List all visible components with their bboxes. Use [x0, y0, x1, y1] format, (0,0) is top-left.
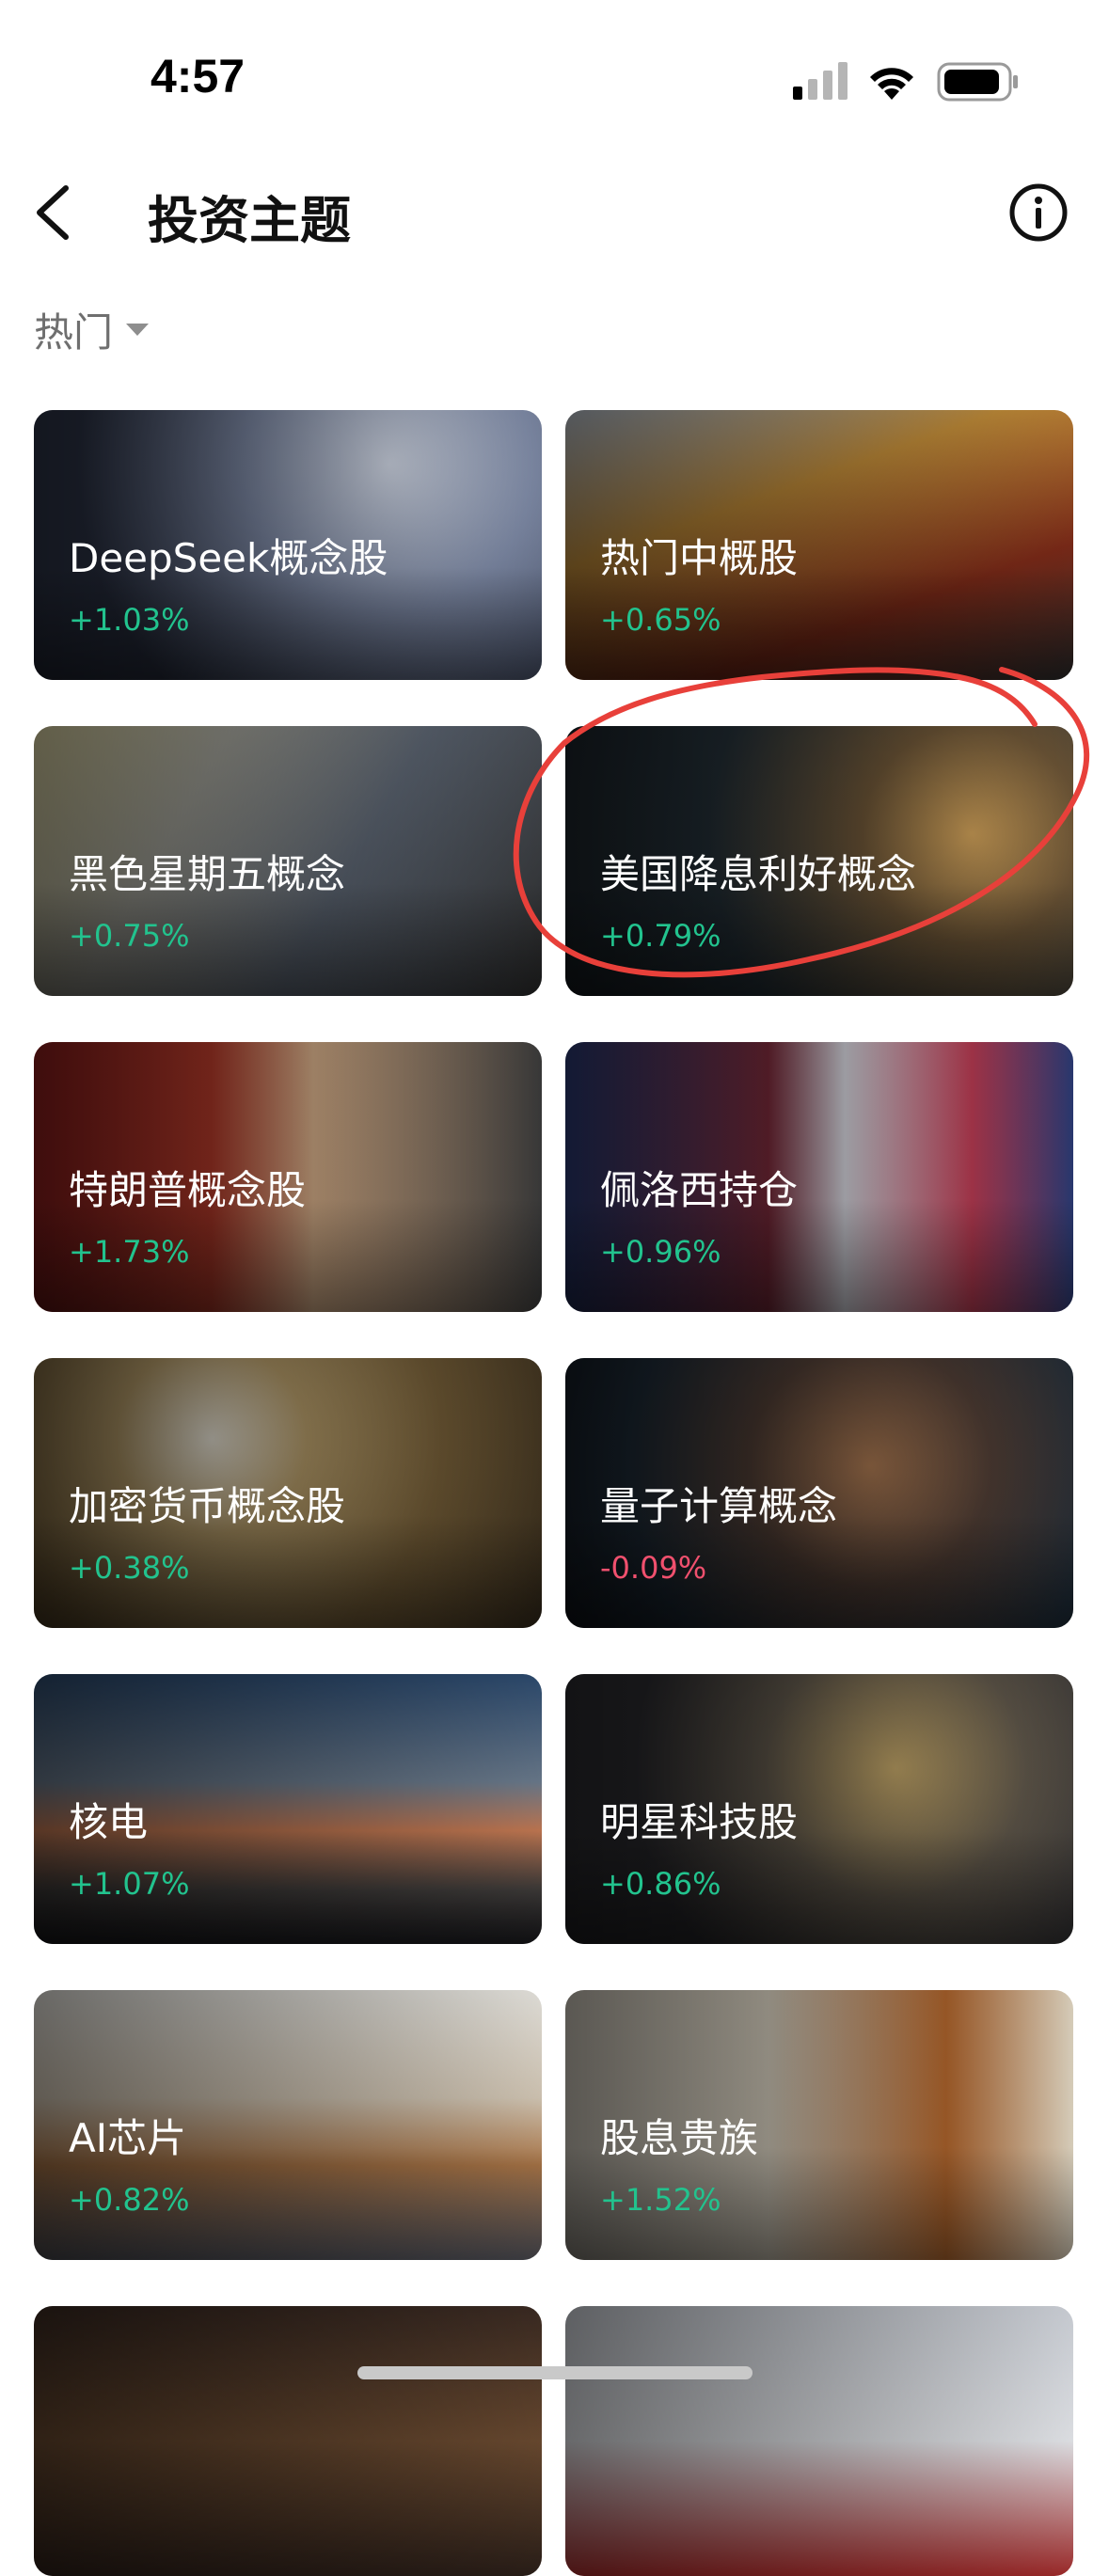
theme-change: +0.65%: [600, 602, 721, 638]
theme-card-ai-chips[interactable]: AI芯片 +0.82%: [34, 1990, 542, 2260]
theme-change: +0.38%: [69, 1550, 190, 1586]
theme-name: 美国降息利好概念: [600, 851, 917, 897]
theme-card-partial[interactable]: [34, 2306, 542, 2576]
caret-down-icon: [126, 323, 150, 336]
theme-card-dividend[interactable]: 股息贵族 +1.52%: [565, 1990, 1073, 2260]
theme-change: +0.86%: [600, 1866, 721, 1902]
theme-change: +1.52%: [600, 2182, 721, 2218]
theme-change: +1.07%: [69, 1866, 190, 1902]
theme-name: DeepSeek概念股: [69, 535, 388, 581]
theme-name: 量子计算概念: [600, 1483, 838, 1529]
theme-name: 特朗普概念股: [69, 1167, 307, 1213]
theme-card-pelosi[interactable]: 佩洛西持仓 +0.96%: [565, 1042, 1073, 1312]
theme-name: 热门中概股: [600, 535, 799, 581]
category-filter[interactable]: 热门: [34, 301, 150, 357]
theme-card-china-stocks[interactable]: 热门中概股 +0.65%: [565, 410, 1073, 680]
theme-name: 加密货币概念股: [69, 1483, 346, 1529]
navigation-bar: 投资主题: [0, 160, 1109, 263]
wifi-icon: [870, 68, 913, 100]
theme-card-deepseek[interactable]: DeepSeek概念股 +1.03%: [34, 410, 542, 680]
cellular-signal-icon: [793, 62, 848, 100]
theme-card-partial[interactable]: [565, 2306, 1073, 2576]
theme-card-star-tech[interactable]: 明星科技股 +0.86%: [565, 1674, 1073, 1944]
theme-change: +0.79%: [600, 918, 721, 954]
theme-card-rate-cut[interactable]: 美国降息利好概念 +0.79%: [565, 726, 1073, 996]
page-title: 投资主题: [148, 191, 351, 250]
chevron-left-icon[interactable]: [28, 182, 85, 243]
theme-name: AI芯片: [69, 2115, 187, 2161]
theme-name: 股息贵族: [600, 2115, 759, 2161]
theme-card-black-friday[interactable]: 黑色星期五概念 +0.75%: [34, 726, 542, 996]
theme-card-quantum[interactable]: 量子计算概念 -0.09%: [565, 1358, 1073, 1628]
battery-icon: [937, 62, 1018, 102]
status-bar: 4:57: [0, 0, 1109, 141]
home-indicator: [357, 2366, 753, 2379]
filter-label: 热门: [34, 308, 114, 356]
theme-name: 明星科技股: [600, 1799, 799, 1845]
theme-change: -0.09%: [600, 1550, 707, 1586]
theme-change: +0.96%: [600, 1234, 721, 1270]
theme-change: +0.82%: [69, 2182, 190, 2218]
theme-card-nuclear[interactable]: 核电 +1.07%: [34, 1674, 542, 1944]
theme-change: +1.73%: [69, 1234, 190, 1270]
theme-name: 黑色星期五概念: [69, 851, 346, 897]
theme-name: 佩洛西持仓: [600, 1167, 799, 1213]
status-time: 4:57: [151, 50, 246, 103]
theme-change: +0.75%: [69, 918, 190, 954]
theme-card-trump[interactable]: 特朗普概念股 +1.73%: [34, 1042, 542, 1312]
info-icon[interactable]: [1008, 182, 1069, 243]
theme-change: +1.03%: [69, 602, 190, 638]
theme-card-crypto[interactable]: 加密货币概念股 +0.38%: [34, 1358, 542, 1628]
theme-name: 核电: [69, 1799, 149, 1845]
